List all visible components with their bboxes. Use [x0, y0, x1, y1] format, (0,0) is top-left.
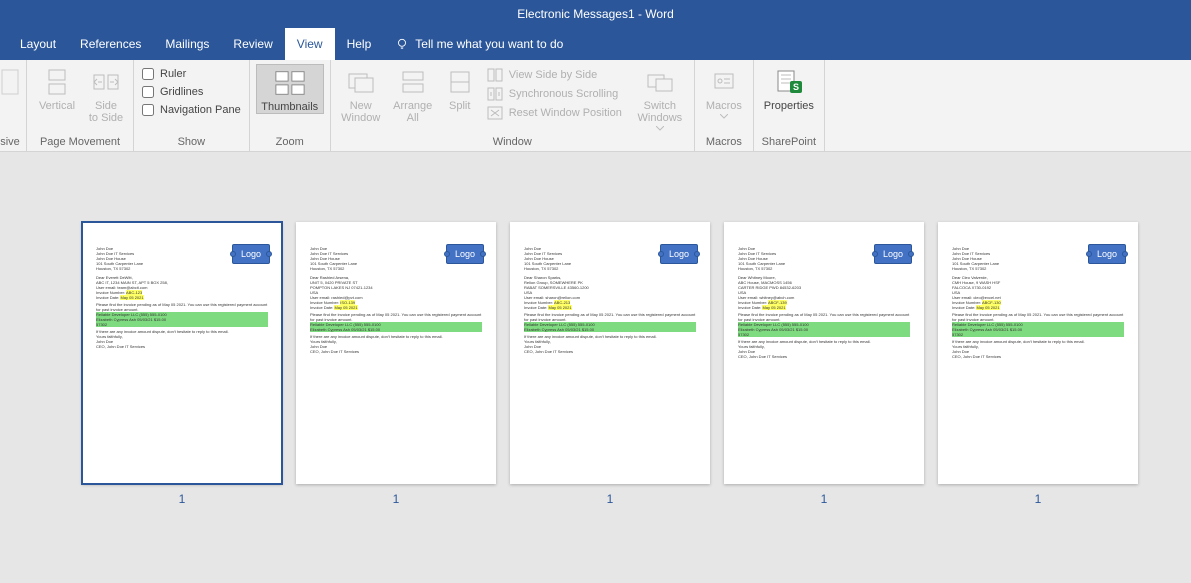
split-button[interactable]: Split [441, 64, 479, 112]
document-title: Electronic Messages1 - Word [517, 7, 674, 21]
ribbon: sive Vertical Side to Side Page Movement… [0, 60, 1191, 152]
tab-mailings[interactable]: Mailings [153, 28, 221, 60]
sync-scroll-icon [487, 86, 503, 102]
side-to-side-icon [90, 66, 122, 98]
immersive-partial-button[interactable] [0, 64, 20, 98]
sync-scroll-button[interactable]: Synchronous Scrolling [485, 85, 624, 103]
ruler-checkbox[interactable]: Ruler [140, 66, 188, 82]
view-side-by-side-icon [487, 67, 503, 83]
menu-tabs: Layout References Mailings Review View H… [0, 28, 1191, 60]
chevron-down-icon [656, 126, 664, 131]
group-label-macros: Macros [701, 134, 747, 151]
logo-badge: Logo [446, 244, 484, 264]
arrange-all-label: Arrange All [393, 100, 432, 124]
page-thumbnail[interactable]: LogoJohn DoeJohn Doe IT ServicesJohn Doe… [510, 222, 710, 484]
tell-me-label: Tell me what you want to do [415, 37, 563, 51]
arrange-all-icon [397, 66, 429, 98]
tab-view[interactable]: View [285, 28, 335, 60]
logo-badge: Logo [660, 244, 698, 264]
switch-windows-icon [644, 66, 676, 98]
gridlines-label: Gridlines [160, 86, 203, 98]
thumbnail-column: LogoJohn DoeJohn Doe IT ServicesJohn Doe… [296, 222, 496, 583]
page-thumbnail[interactable]: LogoJohn DoeJohn Doe IT ServicesJohn Doe… [724, 222, 924, 484]
thumbnails-area[interactable]: LogoJohn DoeJohn Doe IT ServicesJohn Doe… [0, 152, 1191, 583]
navpane-check-input[interactable] [142, 104, 154, 116]
tab-review[interactable]: Review [221, 28, 284, 60]
switch-windows-label: Switch Windows [638, 100, 683, 124]
vertical-label: Vertical [39, 100, 75, 112]
navpane-label: Navigation Pane [160, 104, 241, 116]
ruler-label: Ruler [160, 68, 186, 80]
page-thumbnail[interactable]: LogoJohn DoeJohn Doe IT ServicesJohn Doe… [82, 222, 282, 484]
logo-badge: Logo [874, 244, 912, 264]
page-number: 1 [821, 492, 828, 506]
thumbnails-icon [274, 67, 306, 99]
properties-icon: S [773, 66, 805, 98]
reset-window-position-button[interactable]: Reset Window Position [485, 104, 624, 122]
thumbnail-column: LogoJohn DoeJohn Doe IT ServicesJohn Doe… [724, 222, 924, 583]
gridlines-checkbox[interactable]: Gridlines [140, 84, 205, 100]
page-number: 1 [393, 492, 400, 506]
macros-button[interactable]: Macros [701, 64, 747, 119]
thumbnail-column: LogoJohn DoeJohn Doe IT ServicesJohn Doe… [938, 222, 1138, 583]
split-label: Split [449, 100, 470, 112]
page-number: 1 [179, 492, 186, 506]
logo-badge: Logo [232, 244, 270, 264]
page-number: 1 [607, 492, 614, 506]
reset-window-label: Reset Window Position [509, 107, 622, 119]
group-label-show: Show [140, 134, 243, 151]
side-to-side-button[interactable]: Side to Side [85, 64, 127, 124]
title-bar: Electronic Messages1 - Word [0, 0, 1191, 28]
page-thumbnail[interactable]: LogoJohn DoeJohn Doe IT ServicesJohn Doe… [296, 222, 496, 484]
switch-windows-button[interactable]: Switch Windows [632, 64, 688, 131]
new-window-label: New Window [341, 100, 380, 124]
logo-badge: Logo [1088, 244, 1126, 264]
new-window-icon [345, 66, 377, 98]
group-label-zoom: Zoom [256, 134, 324, 151]
side-to-side-label: Side to Side [89, 100, 123, 124]
group-label-window: Window [337, 134, 688, 151]
tab-references[interactable]: References [68, 28, 153, 60]
thumbnails-button[interactable]: Thumbnails [256, 64, 324, 114]
chevron-down-icon [720, 114, 728, 119]
thumbnail-column: LogoJohn DoeJohn Doe IT ServicesJohn Doe… [82, 222, 282, 583]
thumbnail-column: LogoJohn DoeJohn Doe IT ServicesJohn Doe… [510, 222, 710, 583]
vertical-button[interactable]: Vertical [33, 64, 81, 112]
view-side-by-side-label: View Side by Side [509, 69, 597, 81]
macros-label: Macros [706, 100, 742, 112]
arrange-all-button[interactable]: Arrange All [389, 64, 437, 124]
group-label-pagemovement: Page Movement [33, 134, 127, 151]
group-label-sharepoint: SharePoint [760, 134, 818, 151]
view-side-by-side-button[interactable]: View Side by Side [485, 66, 624, 84]
gridlines-check-input[interactable] [142, 86, 154, 98]
page-thumbnail[interactable]: LogoJohn DoeJohn Doe IT ServicesJohn Doe… [938, 222, 1138, 484]
macros-icon [708, 66, 740, 98]
tab-layout[interactable]: Layout [8, 28, 68, 60]
new-window-button[interactable]: New Window [337, 64, 385, 124]
navpane-checkbox[interactable]: Navigation Pane [140, 102, 243, 118]
svg-text:S: S [793, 82, 799, 92]
ruler-check-input[interactable] [142, 68, 154, 80]
page-number: 1 [1035, 492, 1042, 506]
tell-me[interactable]: Tell me what you want to do [383, 28, 575, 60]
tab-help[interactable]: Help [335, 28, 384, 60]
split-icon [444, 66, 476, 98]
group-label-sive: sive [0, 134, 20, 151]
thumbnails-label: Thumbnails [261, 101, 318, 113]
vertical-icon [41, 66, 73, 98]
reset-window-icon [487, 105, 503, 121]
properties-label: Properties [764, 100, 814, 112]
lightbulb-icon [395, 37, 409, 51]
properties-button[interactable]: S Properties [760, 64, 818, 112]
sync-scroll-label: Synchronous Scrolling [509, 88, 618, 100]
